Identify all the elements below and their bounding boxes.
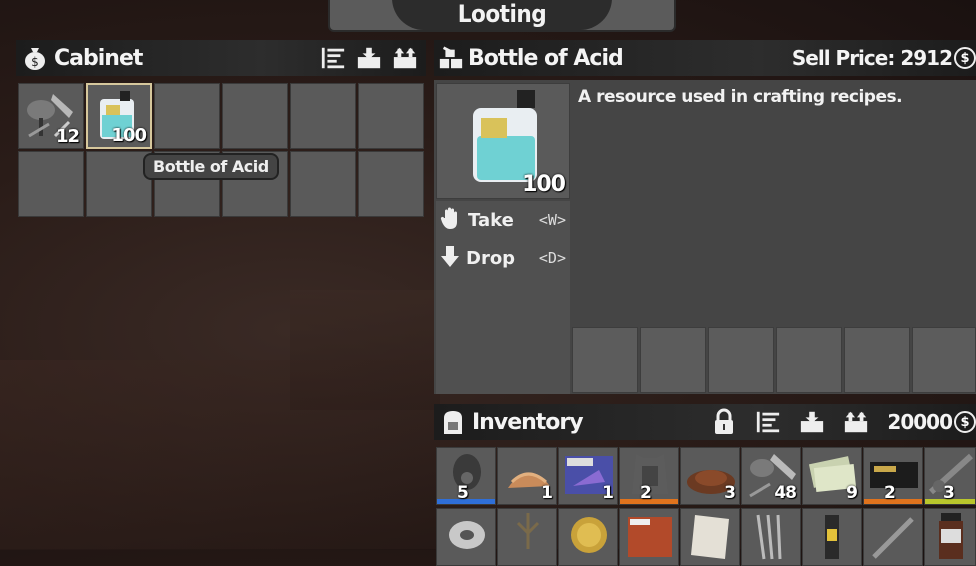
inventory-slot[interactable]: 3 [924, 447, 976, 505]
item-count: 9 [846, 483, 858, 503]
item-count: 5 [457, 483, 469, 503]
inventory-title: Inventory [472, 409, 584, 435]
item-count: 12 [55, 126, 80, 147]
wrench-icon [872, 517, 914, 559]
item-count: 3 [943, 483, 955, 503]
inventory-slot[interactable]: 2 [863, 447, 923, 505]
take-action-button[interactable]: Take <W> [440, 205, 568, 235]
place-items-icon[interactable] [799, 409, 825, 435]
money-bag-icon: $ [22, 45, 48, 71]
item-count: 48 [774, 483, 797, 503]
item-count: 1 [602, 483, 614, 503]
mod-slot[interactable] [640, 327, 706, 393]
sort-icon[interactable] [755, 409, 781, 435]
container-slot-empty[interactable] [358, 151, 424, 217]
description-box: A resource used in crafting recipes. [572, 83, 976, 325]
container-slot-acid[interactable]: 100 [86, 83, 152, 149]
container-slot-salvage[interactable]: 12 [18, 83, 84, 149]
container-slot-empty[interactable] [222, 83, 288, 149]
container-slot-empty[interactable] [290, 151, 356, 217]
container-slot-empty[interactable] [358, 83, 424, 149]
inventory-slot[interactable]: 1 [497, 447, 557, 505]
drop-hotkey: <D> [538, 249, 566, 267]
inventory-slot[interactable]: 3 [680, 447, 740, 505]
inventory-header: Inventory 20000 $ [434, 404, 976, 440]
mod-slot[interactable] [572, 327, 638, 393]
inventory-slot[interactable] [619, 508, 679, 566]
inventory-slot[interactable] [863, 508, 923, 566]
item-count: 100 [111, 125, 147, 146]
container-slot-empty[interactable] [290, 83, 356, 149]
item-description: A resource used in crafting recipes. [578, 87, 903, 107]
take-all-icon[interactable] [843, 409, 869, 435]
inventory-slot[interactable]: 48 [741, 447, 801, 505]
mod-slot[interactable] [708, 327, 774, 393]
place-items-icon[interactable] [356, 45, 382, 71]
coin-item-icon [571, 517, 607, 553]
lock-icon[interactable] [711, 408, 737, 435]
svg-text:$: $ [31, 55, 39, 69]
inventory-slot[interactable] [802, 508, 862, 566]
duct-tape-icon [449, 521, 485, 549]
herb-icon [516, 513, 540, 549]
inventory-slot[interactable]: 5 [436, 447, 496, 505]
sell-price-label: Sell Price: [791, 46, 895, 70]
inventory-slot[interactable] [741, 508, 801, 566]
inventory-slot[interactable] [436, 508, 496, 566]
magazine-icon [628, 517, 672, 557]
inventory-slot[interactable] [497, 508, 557, 566]
coin-icon: $ [954, 47, 976, 69]
item-count: 1 [541, 483, 553, 503]
drop-action-button[interactable]: Drop <D> [440, 243, 568, 273]
item-count: 2 [884, 483, 896, 503]
container-slot-empty[interactable] [154, 83, 220, 149]
drop-label: Drop [466, 247, 516, 269]
inventory-slot[interactable] [680, 508, 740, 566]
super-glue-icon [825, 515, 839, 559]
inventory-slot[interactable]: 2 [619, 447, 679, 505]
background-floor [0, 360, 440, 550]
lockpicks-icon [756, 514, 782, 560]
inventory-slot[interactable]: 9 [802, 447, 862, 505]
inventory-slot[interactable]: 1 [558, 447, 618, 505]
mod-slot[interactable] [776, 327, 842, 393]
crafting-resource-icon [438, 45, 464, 71]
backpack-icon [440, 409, 466, 435]
window-title: Looting [457, 0, 547, 28]
container-slot-empty[interactable] [18, 151, 84, 217]
mod-slot[interactable] [844, 327, 910, 393]
sort-icon[interactable] [320, 45, 346, 71]
item-tooltip: Bottle of Acid [143, 153, 279, 180]
details-header: Bottle of Acid Sell Price: 2912 $ [434, 40, 976, 76]
inventory-slot[interactable] [558, 508, 618, 566]
take-label: Take [468, 209, 514, 231]
inventory-slot[interactable] [924, 508, 976, 566]
mod-slot[interactable] [912, 327, 976, 393]
inventory-money: 20000 [887, 410, 953, 434]
sell-price-value: 2912 [900, 46, 953, 70]
take-all-icon[interactable] [392, 45, 418, 71]
medicine-bottle-icon [939, 513, 963, 559]
container-header: $ Cabinet [16, 40, 426, 76]
hand-icon [440, 206, 462, 234]
container-title: Cabinet [54, 45, 143, 71]
item-count: 3 [724, 483, 736, 503]
paper-icon [691, 515, 729, 559]
details-item-preview: 100 [436, 83, 570, 199]
take-hotkey: <W> [538, 211, 566, 229]
details-title: Bottle of Acid [468, 45, 624, 71]
arrow-down-icon [440, 244, 460, 272]
details-item-count: 100 [522, 172, 566, 197]
window-title-tab: Looting [328, 0, 676, 32]
coin-icon: $ [954, 411, 976, 433]
item-count: 2 [640, 483, 652, 503]
